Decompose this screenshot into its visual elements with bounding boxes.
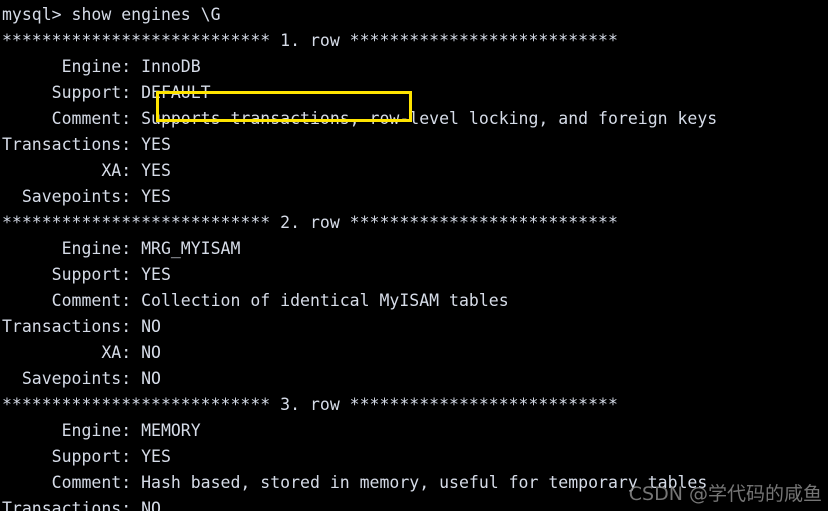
watermark-label: CSDN @学代码的咸鱼 <box>628 483 822 505</box>
terminal-line: XA: NO <box>2 343 161 362</box>
terminal-line: Transactions: YES <box>2 135 171 154</box>
terminal-line: Transactions: NO <box>2 317 161 336</box>
terminal-line: Engine: MRG_MYISAM <box>2 239 241 258</box>
terminal-line: Comment: Supports transactions, row-leve… <box>2 109 718 128</box>
terminal-window[interactable]: mysql> show engines \G ******************… <box>0 0 828 511</box>
terminal-line: Comment: Collection of identical MyISAM … <box>2 291 509 310</box>
terminal-line: *************************** 3. row *****… <box>2 395 618 414</box>
terminal-line: Savepoints: NO <box>2 369 161 388</box>
terminal-line: Support: DEFAULT <box>2 83 211 102</box>
terminal-line: *************************** 2. row *****… <box>2 213 618 232</box>
terminal-line: Support: YES <box>2 265 171 284</box>
terminal-line: mysql> show engines \G <box>2 5 221 24</box>
terminal-line: Support: YES <box>2 447 171 466</box>
terminal-line: Engine: MEMORY <box>2 421 201 440</box>
terminal-line: Engine: InnoDB <box>2 57 201 76</box>
terminal-line: Savepoints: YES <box>2 187 171 206</box>
terminal-line: XA: YES <box>2 161 171 180</box>
terminal-output: mysql> show engines \G ******************… <box>2 2 828 511</box>
terminal-line: *************************** 1. row *****… <box>2 31 618 50</box>
